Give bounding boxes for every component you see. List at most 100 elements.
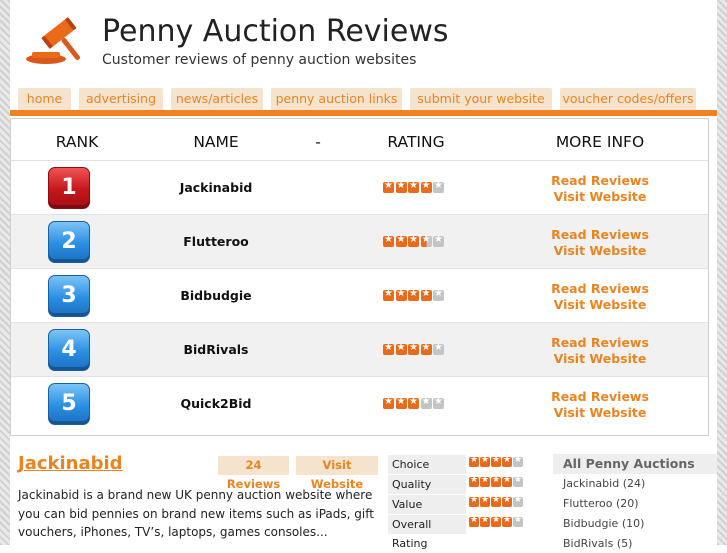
star-icon (433, 288, 444, 301)
rank-badge: 2 (48, 221, 90, 263)
site-title: Penny Auction Reviews (102, 14, 449, 49)
gavel-logo-icon (26, 17, 81, 64)
rating-stars (383, 396, 446, 410)
star-icon (395, 288, 407, 301)
rating-stars (383, 342, 446, 356)
more-info-links: Read Reviews Visit Website (531, 227, 669, 259)
more-info-links: Read Reviews Visit Website (531, 389, 669, 421)
featured-visit-website-link[interactable]: Visit Website (296, 456, 378, 491)
star-icon (395, 396, 407, 409)
score-stars (469, 495, 524, 507)
star-icon (420, 288, 432, 301)
read-reviews-link[interactable]: Read Reviews (531, 335, 669, 351)
read-reviews-link[interactable]: Read Reviews (531, 227, 669, 243)
reviews-count-link[interactable]: 24 Reviews (218, 456, 289, 491)
rating-stars (383, 180, 446, 194)
auction-name: BidRivals (183, 342, 249, 357)
ranking-table: RANK NAME - RATING MORE INFO 1 Jackinabi… (10, 118, 709, 436)
star-icon (491, 455, 501, 467)
auction-list-item[interactable]: BidRivals (5) (563, 537, 632, 550)
score-stars (469, 515, 524, 527)
col-header-rating: RATING (387, 133, 445, 151)
star-icon (433, 234, 444, 247)
star-icon (502, 515, 512, 527)
site-subtitle: Customer reviews of penny auction websit… (102, 52, 417, 68)
visit-website-link[interactable]: Visit Website (531, 297, 669, 313)
visit-website-link[interactable]: Visit Website (531, 243, 669, 259)
table-row: 2 Flutteroo Read Reviews Visit Website (11, 214, 708, 269)
star-icon (408, 342, 419, 355)
rank-badge: 4 (48, 329, 90, 371)
score-row-choice: Choice (388, 455, 536, 474)
more-info-links: Read Reviews Visit Website (531, 281, 669, 313)
left-background-stripe (0, 0, 10, 545)
score-label: Quality (388, 475, 466, 494)
auction-list-item[interactable]: Flutteroo (20) (563, 497, 639, 510)
col-header-name: NAME (193, 133, 239, 151)
more-info-links: Read Reviews Visit Website (531, 173, 669, 205)
nav-home[interactable]: home (18, 88, 71, 110)
score-stars (469, 455, 524, 467)
star-icon (480, 475, 490, 487)
star-icon (433, 180, 444, 193)
star-icon (395, 234, 407, 247)
star-icon (383, 396, 394, 409)
star-icon (513, 475, 523, 487)
star-icon (408, 234, 419, 247)
star-icon (469, 475, 479, 487)
star-icon (491, 495, 501, 507)
score-stars (469, 475, 524, 487)
star-icon (408, 180, 419, 193)
score-label: Value (388, 495, 466, 514)
auction-list-item[interactable]: Jackinabid (24) (563, 477, 645, 490)
star-icon (480, 515, 490, 527)
star-icon (433, 396, 444, 409)
col-header-rank: RANK (55, 133, 99, 151)
nav-penny-auction-links[interactable]: penny auction links (271, 88, 402, 110)
visit-website-link[interactable]: Visit Website (531, 351, 669, 367)
featured-description: Jackinabid is a brand new UK penny aucti… (18, 488, 374, 539)
all-penny-auctions-heading: All Penny Auctions (553, 454, 717, 474)
visit-website-link[interactable]: Visit Website (531, 405, 669, 421)
visit-website-link[interactable]: Visit Website (531, 189, 669, 205)
star-icon (513, 495, 523, 507)
star-icon (408, 396, 419, 409)
rank-badge: 3 (48, 275, 90, 317)
star-icon (420, 180, 432, 193)
read-reviews-link[interactable]: Read Reviews (531, 389, 669, 405)
score-label: Overall Rating (388, 515, 466, 550)
table-row: 4 BidRivals Read Reviews Visit Website (11, 322, 708, 377)
star-icon (433, 342, 444, 355)
auction-name: Quick2Bid (180, 396, 252, 411)
star-icon (420, 396, 432, 409)
col-header-dash: - (315, 133, 321, 151)
read-reviews-link[interactable]: Read Reviews (531, 173, 669, 189)
star-icon (491, 475, 501, 487)
page: Penny Auction Reviews Customer reviews o… (10, 0, 717, 550)
star-icon (491, 515, 501, 527)
rating-stars (383, 234, 446, 248)
star-icon (420, 342, 432, 355)
nav-submit-website[interactable]: submit your website (410, 88, 552, 110)
auction-name: Bidbudgie (180, 288, 252, 303)
rating-stars (383, 288, 446, 302)
auction-name: Flutteroo (183, 234, 249, 249)
star-icon (395, 342, 407, 355)
auction-list-item[interactable]: Bidbudgie (10) (563, 517, 644, 530)
nav-advertising[interactable]: advertising (79, 88, 163, 110)
read-reviews-link[interactable]: Read Reviews (531, 281, 669, 297)
star-icon (469, 515, 479, 527)
nav-voucher-codes[interactable]: voucher codes/offers (560, 88, 696, 110)
star-icon (383, 342, 394, 355)
score-row-value: Value (388, 495, 536, 514)
star-icon (383, 288, 394, 301)
nav-underline-bar (10, 110, 717, 116)
nav-news-articles[interactable]: news/articles (171, 88, 263, 110)
star-icon (383, 234, 394, 247)
star-icon (513, 455, 523, 467)
star-icon (469, 455, 479, 467)
rank-badge: 5 (48, 383, 90, 425)
star-icon (420, 234, 432, 247)
table-row: 1 Jackinabid Read Reviews Visit Website (11, 160, 708, 215)
featured-auction-title[interactable]: Jackinabid (18, 453, 123, 474)
